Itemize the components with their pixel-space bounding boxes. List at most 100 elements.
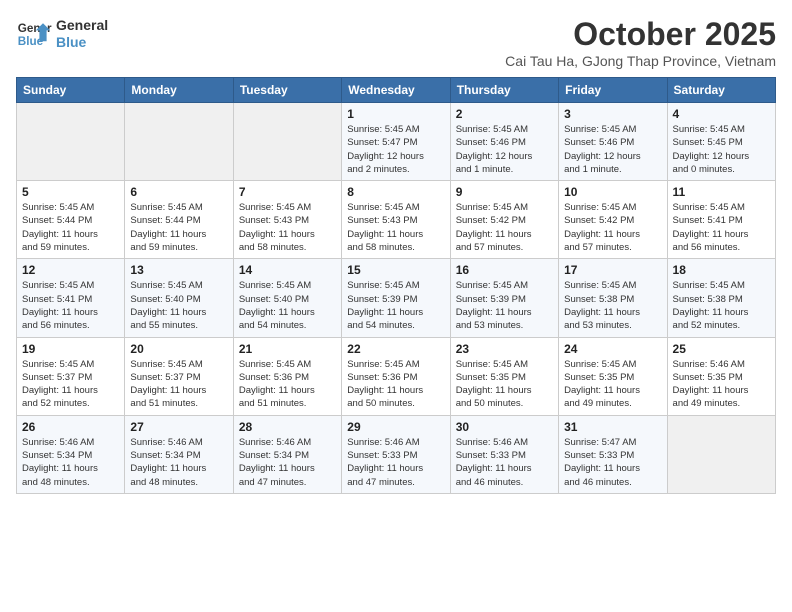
day-number: 1 (347, 107, 444, 121)
weekday-header: Wednesday (342, 78, 450, 103)
day-info: Sunrise: 5:45 AM Sunset: 5:39 PM Dayligh… (456, 279, 553, 332)
day-number: 23 (456, 342, 553, 356)
day-number: 2 (456, 107, 553, 121)
calendar-cell: 17 Sunrise: 5:45 AM Sunset: 5:38 PM Dayli… (559, 259, 667, 337)
calendar-cell: 29 Sunrise: 5:46 AM Sunset: 5:33 PM Dayli… (342, 415, 450, 493)
calendar-cell: 23Sunrise: 5:45 AM Sunset: 5:35 PM Dayli… (450, 337, 558, 415)
day-number: 26 (22, 420, 119, 434)
calendar-cell: 16 Sunrise: 5:45 AM Sunset: 5:39 PM Dayli… (450, 259, 558, 337)
weekday-header: Sunday (17, 78, 125, 103)
day-info: Sunrise: 5:46 AM Sunset: 5:33 PM Dayligh… (347, 436, 444, 489)
title-block: October 2025 Cai Tau Ha, GJong Thap Prov… (505, 16, 776, 69)
day-info: Sunrise: 5:45 AM Sunset: 5:36 PM Dayligh… (347, 358, 444, 411)
logo-icon: General Blue (16, 16, 52, 52)
page-header: General Blue General Blue October 2025 C… (16, 16, 776, 69)
day-number: 27 (130, 420, 227, 434)
calendar-cell: 26 Sunrise: 5:46 AM Sunset: 5:34 PM Dayli… (17, 415, 125, 493)
calendar-cell (667, 415, 775, 493)
weekday-header: Saturday (667, 78, 775, 103)
calendar-cell: 27 Sunrise: 5:46 AM Sunset: 5:34 PM Dayli… (125, 415, 233, 493)
day-number: 3 (564, 107, 661, 121)
day-info: Sunrise: 5:45 AM Sunset: 5:43 PM Dayligh… (239, 201, 336, 254)
calendar-week-row: 12 Sunrise: 5:45 AM Sunset: 5:41 PM Dayli… (17, 259, 776, 337)
calendar-cell: 30 Sunrise: 5:46 AM Sunset: 5:33 PM Dayli… (450, 415, 558, 493)
calendar-cell: 3 Sunrise: 5:45 AM Sunset: 5:46 PM Daylig… (559, 103, 667, 181)
day-number: 20 (130, 342, 227, 356)
day-info: Sunrise: 5:46 AM Sunset: 5:34 PM Dayligh… (22, 436, 119, 489)
calendar-cell: 10 Sunrise: 5:45 AM Sunset: 5:42 PM Dayli… (559, 181, 667, 259)
calendar-cell: 4 Sunrise: 5:45 AM Sunset: 5:45 PM Daylig… (667, 103, 775, 181)
day-info: Sunrise: 5:45 AM Sunset: 5:40 PM Dayligh… (239, 279, 336, 332)
day-info: Sunrise: 5:45 AM Sunset: 5:47 PM Dayligh… (347, 123, 444, 176)
day-number: 28 (239, 420, 336, 434)
calendar-cell: 28 Sunrise: 5:46 AM Sunset: 5:34 PM Dayli… (233, 415, 341, 493)
day-number: 24 (564, 342, 661, 356)
calendar-cell: 24Sunrise: 5:45 AM Sunset: 5:35 PM Dayli… (559, 337, 667, 415)
calendar-cell: 12 Sunrise: 5:45 AM Sunset: 5:41 PM Dayli… (17, 259, 125, 337)
day-number: 15 (347, 263, 444, 277)
calendar-cell: 15 Sunrise: 5:45 AM Sunset: 5:39 PM Dayli… (342, 259, 450, 337)
calendar-cell: 8Sunrise: 5:45 AM Sunset: 5:43 PM Daylig… (342, 181, 450, 259)
calendar-cell: 20Sunrise: 5:45 AM Sunset: 5:37 PM Dayli… (125, 337, 233, 415)
location-subtitle: Cai Tau Ha, GJong Thap Province, Vietnam (505, 53, 776, 69)
calendar-cell: 9 Sunrise: 5:45 AM Sunset: 5:42 PM Daylig… (450, 181, 558, 259)
day-info: Sunrise: 5:45 AM Sunset: 5:41 PM Dayligh… (673, 201, 770, 254)
calendar-cell: 19 Sunrise: 5:45 AM Sunset: 5:37 PM Dayli… (17, 337, 125, 415)
weekday-header: Tuesday (233, 78, 341, 103)
day-info: Sunrise: 5:45 AM Sunset: 5:46 PM Dayligh… (564, 123, 661, 176)
day-number: 6 (130, 185, 227, 199)
month-title: October 2025 (505, 16, 776, 53)
calendar-week-row: 19 Sunrise: 5:45 AM Sunset: 5:37 PM Dayli… (17, 337, 776, 415)
day-info: Sunrise: 5:45 AM Sunset: 5:42 PM Dayligh… (456, 201, 553, 254)
calendar-cell (233, 103, 341, 181)
day-info: Sunrise: 5:45 AM Sunset: 5:36 PM Dayligh… (239, 358, 336, 411)
logo: General Blue General Blue (16, 16, 108, 52)
day-number: 14 (239, 263, 336, 277)
day-info: Sunrise: 5:45 AM Sunset: 5:46 PM Dayligh… (456, 123, 553, 176)
day-info: Sunrise: 5:45 AM Sunset: 5:44 PM Dayligh… (130, 201, 227, 254)
day-number: 19 (22, 342, 119, 356)
day-number: 12 (22, 263, 119, 277)
day-info: Sunrise: 5:45 AM Sunset: 5:40 PM Dayligh… (130, 279, 227, 332)
day-number: 4 (673, 107, 770, 121)
day-info: Sunrise: 5:46 AM Sunset: 5:35 PM Dayligh… (673, 358, 770, 411)
day-info: Sunrise: 5:45 AM Sunset: 5:39 PM Dayligh… (347, 279, 444, 332)
day-info: Sunrise: 5:45 AM Sunset: 5:38 PM Dayligh… (564, 279, 661, 332)
calendar-week-row: 5 Sunrise: 5:45 AM Sunset: 5:44 PM Daylig… (17, 181, 776, 259)
weekday-header: Friday (559, 78, 667, 103)
day-number: 29 (347, 420, 444, 434)
day-number: 25 (673, 342, 770, 356)
day-info: Sunrise: 5:45 AM Sunset: 5:41 PM Dayligh… (22, 279, 119, 332)
day-info: Sunrise: 5:46 AM Sunset: 5:33 PM Dayligh… (456, 436, 553, 489)
day-number: 30 (456, 420, 553, 434)
day-info: Sunrise: 5:45 AM Sunset: 5:42 PM Dayligh… (564, 201, 661, 254)
calendar-cell: 31Sunrise: 5:47 AM Sunset: 5:33 PM Dayli… (559, 415, 667, 493)
day-number: 16 (456, 263, 553, 277)
weekday-header: Thursday (450, 78, 558, 103)
day-info: Sunrise: 5:46 AM Sunset: 5:34 PM Dayligh… (130, 436, 227, 489)
calendar-header-row: SundayMondayTuesdayWednesdayThursdayFrid… (17, 78, 776, 103)
calendar-table: SundayMondayTuesdayWednesdayThursdayFrid… (16, 77, 776, 494)
calendar-week-row: 1 Sunrise: 5:45 AM Sunset: 5:47 PM Daylig… (17, 103, 776, 181)
day-info: Sunrise: 5:45 AM Sunset: 5:44 PM Dayligh… (22, 201, 119, 254)
day-info: Sunrise: 5:46 AM Sunset: 5:34 PM Dayligh… (239, 436, 336, 489)
calendar-cell: 13 Sunrise: 5:45 AM Sunset: 5:40 PM Dayli… (125, 259, 233, 337)
day-info: Sunrise: 5:45 AM Sunset: 5:45 PM Dayligh… (673, 123, 770, 176)
calendar-cell: 14 Sunrise: 5:45 AM Sunset: 5:40 PM Dayli… (233, 259, 341, 337)
day-number: 10 (564, 185, 661, 199)
calendar-cell: 6 Sunrise: 5:45 AM Sunset: 5:44 PM Daylig… (125, 181, 233, 259)
calendar-cell: 11 Sunrise: 5:45 AM Sunset: 5:41 PM Dayli… (667, 181, 775, 259)
day-number: 17 (564, 263, 661, 277)
day-number: 5 (22, 185, 119, 199)
day-number: 11 (673, 185, 770, 199)
day-number: 7 (239, 185, 336, 199)
day-number: 31 (564, 420, 661, 434)
calendar-cell: 18Sunrise: 5:45 AM Sunset: 5:38 PM Dayli… (667, 259, 775, 337)
day-number: 9 (456, 185, 553, 199)
day-info: Sunrise: 5:45 AM Sunset: 5:37 PM Dayligh… (22, 358, 119, 411)
day-number: 13 (130, 263, 227, 277)
calendar-cell: 2 Sunrise: 5:45 AM Sunset: 5:46 PM Daylig… (450, 103, 558, 181)
calendar-cell: 25 Sunrise: 5:46 AM Sunset: 5:35 PM Dayli… (667, 337, 775, 415)
day-info: Sunrise: 5:45 AM Sunset: 5:38 PM Dayligh… (673, 279, 770, 332)
day-number: 21 (239, 342, 336, 356)
